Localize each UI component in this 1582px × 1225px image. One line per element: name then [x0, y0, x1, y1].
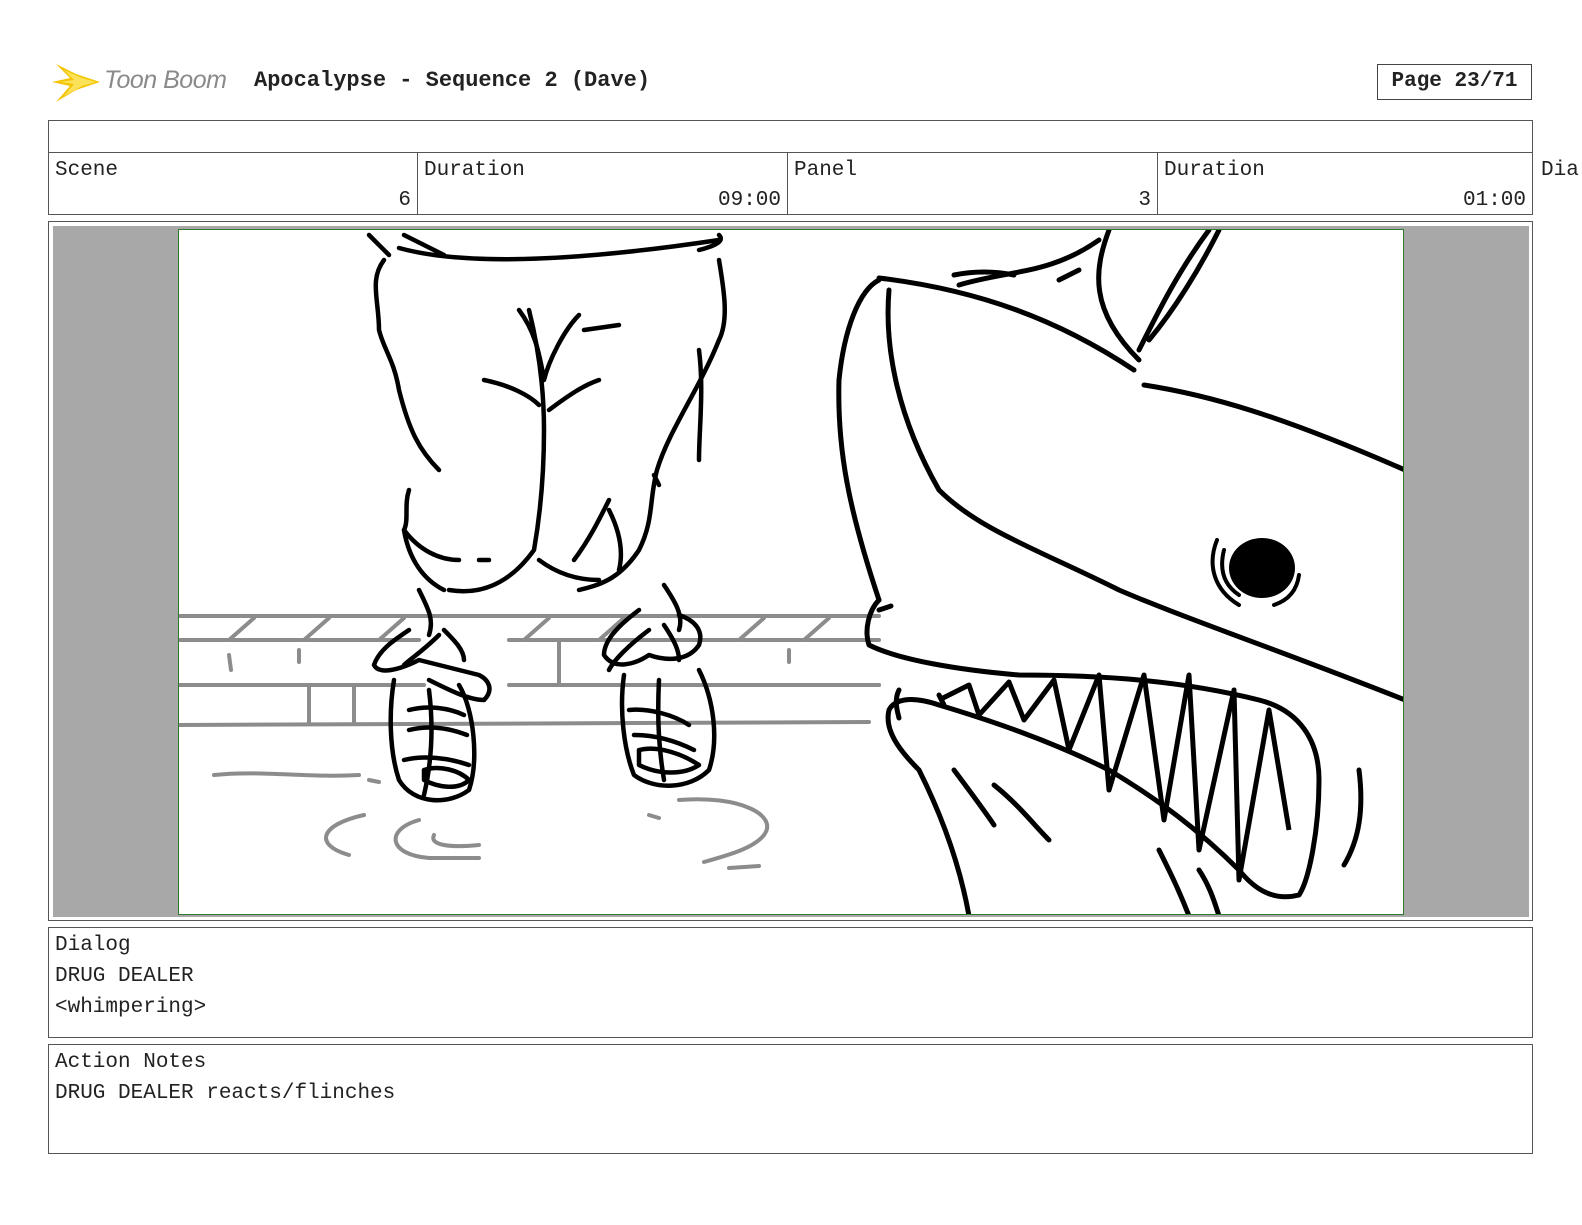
panel-label: Panel: [794, 159, 858, 182]
railing-sketch: [179, 614, 881, 870]
page-number: Page 23/71: [1377, 64, 1532, 100]
panel-value: 3: [1138, 189, 1151, 212]
dialog-line-1: DRUG DEALER: [55, 965, 194, 988]
storyboard-panel-image: [178, 229, 1404, 915]
starburst-icon: [52, 64, 100, 102]
scene-label: Scene: [55, 159, 119, 182]
storyboard-sketch: [179, 230, 1403, 914]
action-notes-label: Action Notes: [55, 1051, 207, 1074]
dialog-section: Dialog DRUG DEALER <whimpering>: [48, 927, 1533, 1038]
header-bar: [48, 120, 1533, 153]
panel-duration-label: Duration: [1164, 159, 1265, 182]
document-title: Apocalypse - Sequence 2 (Dave): [254, 68, 651, 93]
shark-sketch: [836, 230, 1403, 914]
action-notes-section: Action Notes DRUG DEALER reacts/flinches: [48, 1044, 1533, 1154]
logo-text: Toon Boom: [104, 66, 227, 94]
dialog-line-2: <whimpering>: [55, 996, 207, 1019]
shark-teeth-sketch: [937, 672, 1292, 883]
scene-duration-cell: Duration 09:00: [418, 153, 788, 214]
panel-duration-cell: Duration 01:00: [1158, 153, 1532, 214]
info-row: Scene 6 Duration 09:00 Panel 3 Duration …: [48, 152, 1579, 215]
scene-duration-label: Duration: [424, 159, 525, 182]
scene-value: 6: [398, 189, 411, 212]
toon-boom-logo: Toon Boom: [52, 56, 242, 108]
scene-duration-value: 09:00: [717, 189, 781, 212]
shark-eye-sketch: [1210, 538, 1301, 607]
dialog-label: Dialog: [55, 934, 131, 957]
panel-duration-value: 01:00: [1462, 189, 1526, 212]
action-notes-line-1: DRUG DEALER reacts/flinches: [55, 1082, 396, 1105]
dialog-column-label: Dia: [1541, 159, 1579, 182]
character-legs-sketch: [366, 232, 728, 594]
panel-cell: Panel 3: [788, 153, 1158, 214]
scene-cell: Scene 6: [49, 153, 418, 214]
